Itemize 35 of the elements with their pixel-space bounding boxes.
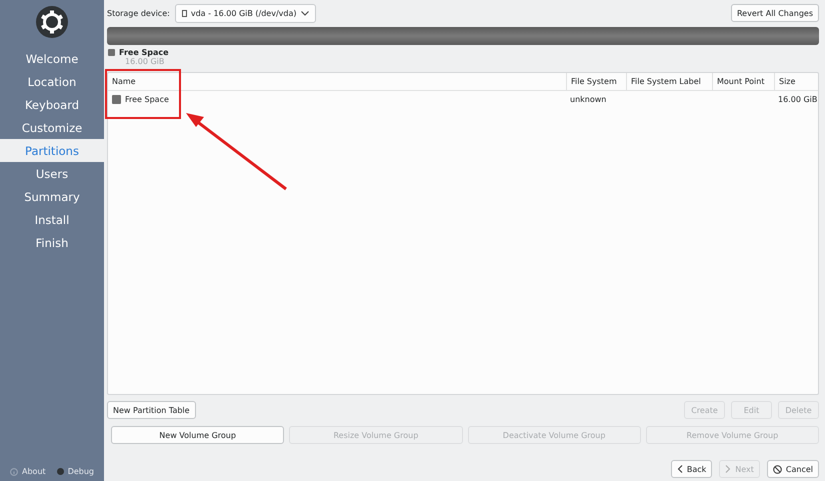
- revert-all-changes-button[interactable]: Revert All Changes: [730, 4, 819, 22]
- volume-group-button[interactable]: New Volume Group: [111, 426, 284, 444]
- storage-device-dropdown[interactable]: vda - 16.00 GiB (/dev/vda): [174, 4, 316, 22]
- info-icon: [10, 468, 18, 476]
- sidebar-item[interactable]: Partitions: [0, 139, 104, 162]
- sidebar-item[interactable]: Keyboard: [0, 93, 104, 116]
- footer-link[interactable]: Debug: [68, 467, 94, 476]
- sidebar-item[interactable]: Location: [0, 70, 104, 93]
- legend-name: Free Space: [119, 48, 170, 57]
- table-cell: 16.00 GiB: [778, 94, 818, 104]
- sidebar-item[interactable]: Customize: [0, 116, 104, 139]
- column-header[interactable]: Size: [774, 73, 818, 90]
- sidebar-item[interactable]: Install: [0, 208, 104, 231]
- storage-label: Storage device:: [107, 8, 170, 18]
- chevron-down-icon: [300, 10, 308, 16]
- chevron-right-icon: [725, 465, 732, 473]
- dot-icon: [56, 468, 64, 475]
- partition-button[interactable]: New Partition Table: [107, 401, 196, 419]
- column-header[interactable]: File System Label: [626, 73, 712, 90]
- column-header[interactable]: Name: [108, 73, 566, 90]
- sidebar-item[interactable]: Finish: [0, 231, 104, 254]
- sidebar-item[interactable]: Welcome: [0, 47, 104, 70]
- legend-size: 16.00 GiB: [125, 57, 166, 66]
- nav-button[interactable]: Back: [670, 460, 712, 478]
- nav-button[interactable]: Cancel: [766, 460, 819, 478]
- footer-link[interactable]: About: [22, 467, 46, 476]
- table-cell: Free Space: [125, 94, 169, 104]
- cancel-icon: [772, 464, 782, 474]
- sidebar-item[interactable]: Users: [0, 162, 104, 185]
- chevron-left-icon: [676, 465, 683, 473]
- column-header[interactable]: File System: [566, 73, 626, 90]
- column-header[interactable]: Mount Point: [712, 73, 774, 90]
- table-cell: unknown: [570, 94, 606, 104]
- gear-logo-icon: [35, 5, 69, 39]
- sidebar-item[interactable]: Summary: [0, 185, 104, 208]
